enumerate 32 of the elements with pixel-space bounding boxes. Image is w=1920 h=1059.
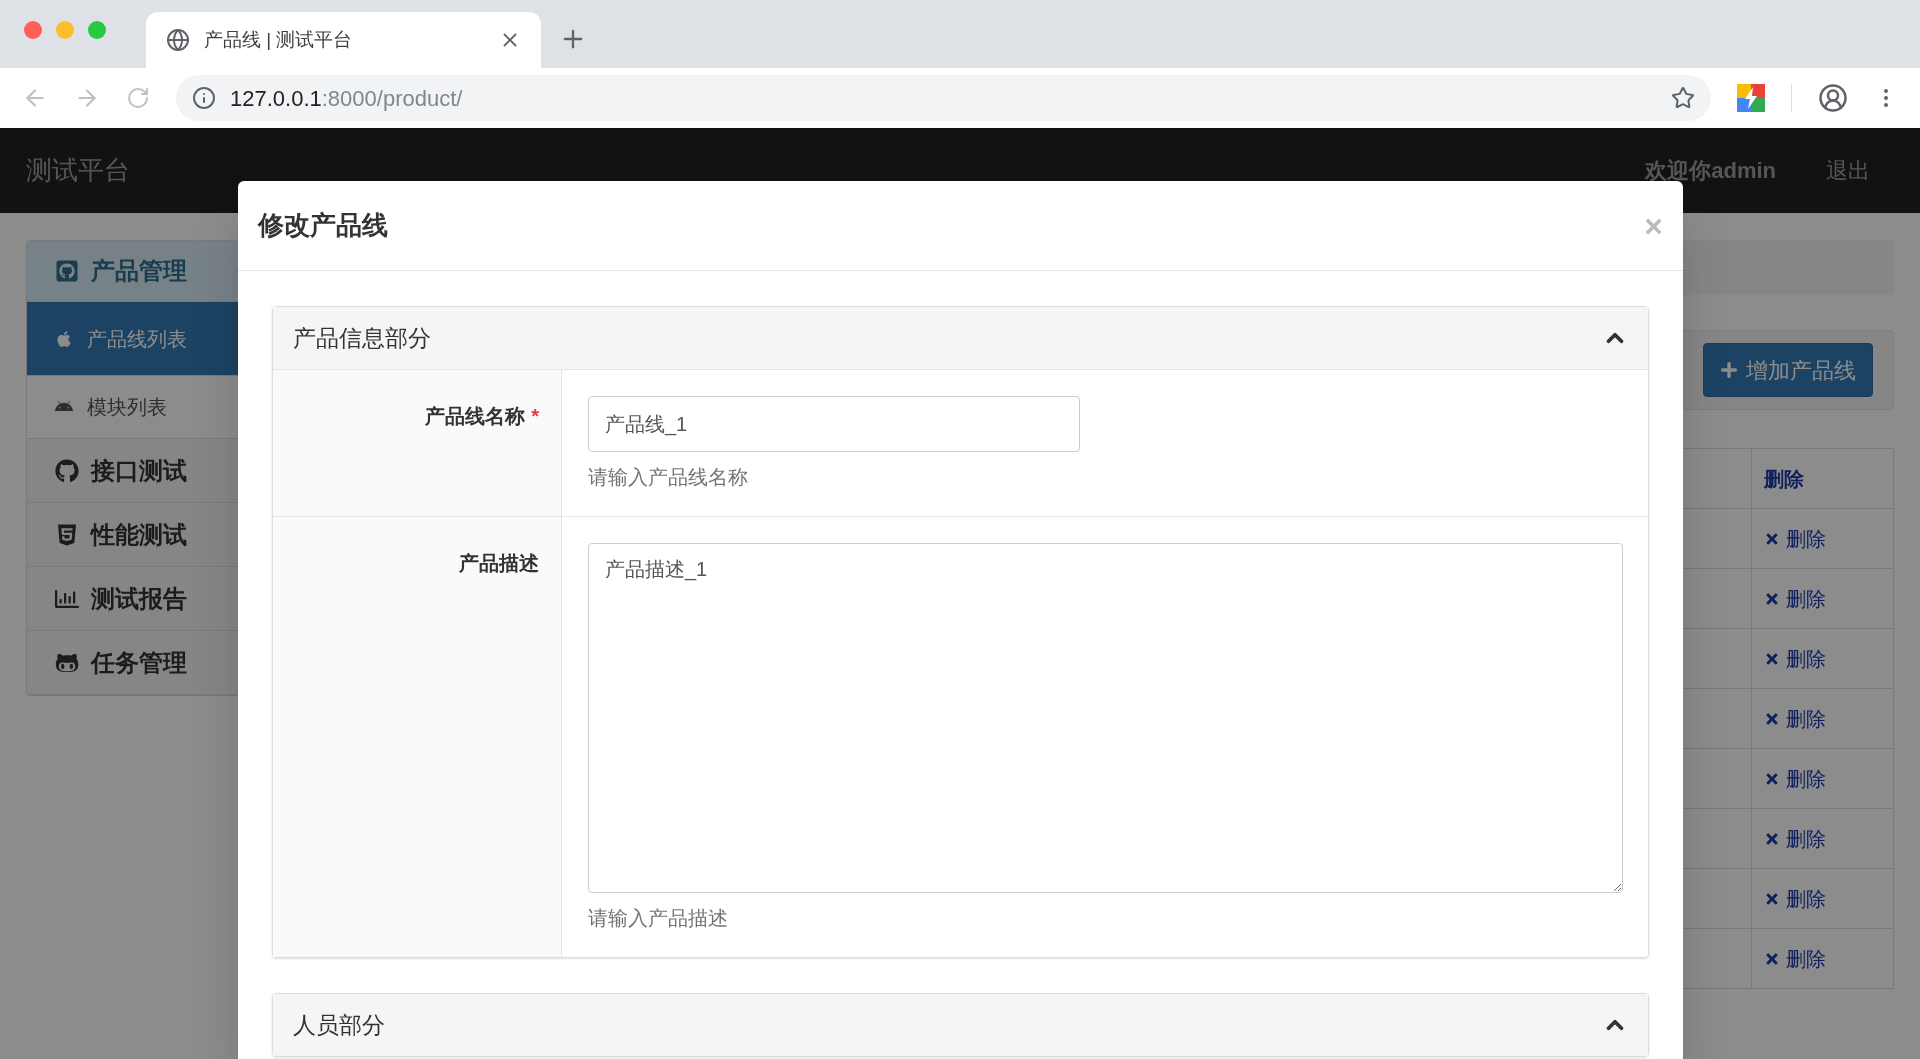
tab-title: 产品线 | 测试平台: [204, 27, 354, 52]
field-label: 产品描述: [459, 551, 539, 576]
add-product-line-button[interactable]: 增加产品线: [1703, 343, 1873, 397]
help-text: 请输入产品描述: [588, 906, 729, 931]
modal-title: 修改产品线: [258, 209, 389, 242]
section-title: 人员部分: [293, 1010, 386, 1040]
field-label: 产品线名称: [425, 404, 526, 429]
sidebar-group-label: 产品管理: [91, 256, 187, 286]
welcome-text: 欢迎你admin: [1645, 157, 1776, 185]
logout-link[interactable]: 退出: [1826, 154, 1870, 187]
help-text: 请输入产品线名称: [588, 465, 749, 490]
apple-icon: [55, 329, 73, 348]
url-text: 127.0.0.1:8000/product/: [230, 84, 463, 113]
lightning-extension-icon[interactable]: [1737, 84, 1765, 112]
text-field[interactable]: 产品线_1: [588, 396, 1080, 452]
account-icon[interactable]: [1818, 83, 1848, 113]
required-mark: *: [531, 404, 539, 429]
info-icon: [192, 86, 216, 110]
sidebar-group-label: 接口测试: [91, 455, 187, 486]
sidebar-group-label: 任务管理: [91, 647, 187, 678]
sidebar-item-label: 产品线列表: [87, 326, 187, 352]
shield-icon: [55, 522, 79, 547]
sidebar-item-label: 模块列表: [87, 395, 167, 420]
browser-tab[interactable]: 产品线 | 测试平台: [146, 12, 541, 68]
sidebar-group-label: 性能测试: [91, 519, 187, 550]
plus-icon: [1720, 361, 1738, 379]
text-area[interactable]: 产品描述_1: [588, 543, 1623, 893]
sidebar-group-label: 测试报告: [91, 583, 187, 614]
column-header-link[interactable]: 删除: [1764, 467, 1804, 490]
globe-icon: [166, 28, 190, 52]
bookmark-star-icon[interactable]: [1671, 86, 1695, 110]
address-bar[interactable]: 127.0.0.1:8000/product/: [176, 75, 1711, 121]
